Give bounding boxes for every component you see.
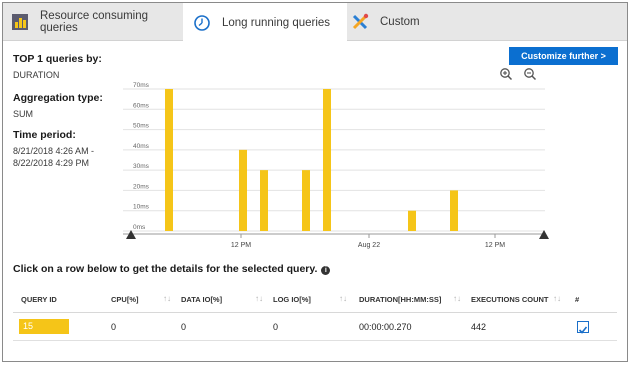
duration-bar-chart: 0ms 10ms 20ms 30ms 40ms 50ms 60ms 70ms 12 PM Aug … (123, 82, 549, 249)
clock-icon (193, 14, 211, 32)
y-tick-label: 70ms (133, 82, 150, 89)
top-queries-value: DURATION (13, 70, 60, 80)
row-checkbox[interactable] (577, 321, 589, 334)
sort-icon[interactable]: ↑↓ (453, 294, 461, 303)
header-cpu[interactable]: CPU[%] (111, 295, 139, 304)
tab-label: Resource consuming queries (40, 10, 149, 34)
y-tick-label: 20ms (133, 183, 150, 190)
duration-cell: 00:00:00.270 (359, 322, 412, 332)
bar (450, 190, 458, 231)
time-period-end: 8/22/2018 4:29 PM (13, 158, 90, 168)
y-tick-label: 40ms (133, 143, 150, 150)
aggregation-type-value: SUM (13, 109, 33, 119)
bar (408, 210, 416, 231)
y-tick-label: 10ms (133, 204, 150, 211)
tab-label: Custom (380, 16, 420, 28)
query-performance-panel: Resource consuming queries Long running … (2, 2, 628, 362)
sort-icon[interactable]: ↑↓ (339, 294, 347, 303)
bar (165, 89, 173, 231)
y-tick-label: 0ms (133, 224, 146, 231)
bar (239, 149, 247, 231)
top-queries-label: TOP 1 queries by: (13, 53, 102, 65)
tab-resource-consuming-queries[interactable]: Resource consuming queries (11, 3, 183, 41)
y-tick-label: 30ms (133, 163, 150, 170)
info-icon: i (321, 266, 331, 275)
resource-chart-icon (11, 13, 29, 31)
y-tick-label: 50ms (133, 123, 150, 130)
customize-further-button[interactable]: Customize further > (509, 47, 618, 65)
select-row-hint: Click on a row below to get the details … (13, 263, 331, 275)
bar (260, 170, 268, 231)
sort-icon[interactable]: ↑↓ (163, 294, 171, 303)
header-query-id[interactable]: QUERY ID (21, 295, 57, 304)
header-executions-count[interactable]: EXECUTIONS COUNT (471, 295, 549, 304)
time-period-label: Time period: (13, 129, 76, 141)
sort-icon[interactable]: ↑↓ (255, 294, 263, 303)
checkmark-icon (578, 326, 588, 334)
select-row-hint-text: Click on a row below to get the details … (13, 263, 318, 275)
tab-bar: Resource consuming queries Long running … (3, 3, 627, 42)
tab-custom[interactable]: Custom (347, 3, 467, 41)
bar (323, 89, 331, 231)
tools-icon (351, 13, 369, 31)
query-id-cell: 15 (19, 319, 69, 334)
table-row[interactable]: 15 0 0 0 00:00:00.270 442 (13, 313, 617, 341)
tab-long-running-queries[interactable]: Long running queries (183, 3, 347, 42)
header-log-io[interactable]: LOG IO[%] (273, 295, 311, 304)
x-tick-label: 12 PM (231, 242, 251, 249)
sort-icon[interactable]: ↑↓ (553, 294, 561, 303)
y-tick-label: 60ms (133, 102, 150, 109)
cpu-cell: 0 (111, 322, 117, 332)
x-tick-label: 12 PM (485, 242, 505, 249)
x-tick-label: Aug 22 (358, 242, 380, 249)
executions-count-cell: 442 (471, 322, 487, 332)
data-io-cell: 0 (181, 322, 187, 332)
header-data-io[interactable]: DATA IO[%] (181, 295, 222, 304)
aggregation-type-label: Aggregation type: (13, 92, 103, 104)
time-period-start: 8/21/2018 4:26 AM - (13, 146, 95, 156)
log-io-cell: 0 (273, 322, 279, 332)
header-duration[interactable]: DURATION[HH:MM:SS] (359, 295, 441, 304)
table-header: QUERY ID CPU[%] ↑↓ DATA IO[%] ↑↓ LOG IO[… (13, 291, 617, 313)
header-hash[interactable]: # (575, 295, 579, 304)
bar (302, 170, 310, 231)
tab-label: Long running queries (222, 16, 331, 29)
